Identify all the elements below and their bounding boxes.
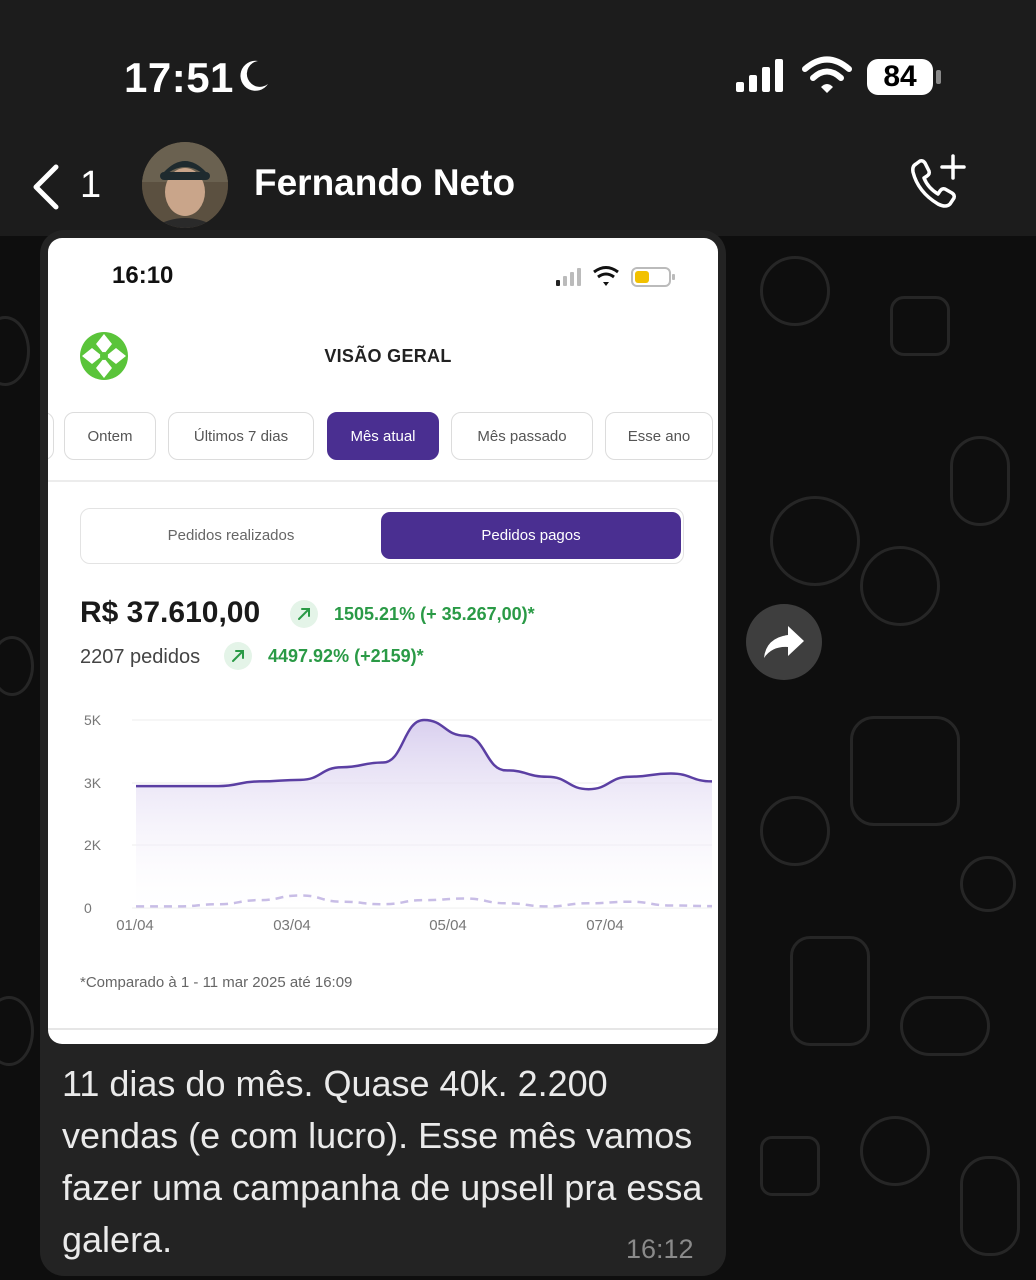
attachment-status-icons bbox=[556, 266, 675, 287]
sales-chart: 5K 3K 2K 0 01/04 03/04 05/04 07/04 bbox=[84, 712, 713, 934]
x-tick-label: 01/04 bbox=[116, 917, 154, 934]
wallpaper-doodle bbox=[960, 1156, 1020, 1256]
wallpaper-doodle bbox=[760, 1136, 820, 1196]
segment-pedidos-pagos[interactable]: Pedidos pagos bbox=[381, 512, 681, 559]
orders-change: 4497.92% (+2159)* bbox=[268, 646, 424, 666]
contact-avatar[interactable] bbox=[142, 142, 228, 228]
message-text: 11 dias do mês. Quase 40k. 2.200 vendas … bbox=[62, 1063, 703, 1260]
chat-header: 17:51 84 1 Fernando Neto bbox=[0, 0, 1036, 236]
chevron-left-icon bbox=[33, 164, 59, 210]
x-tick-label: 05/04 bbox=[429, 917, 467, 934]
chart-area bbox=[136, 720, 712, 908]
revenue-amount: R$ 37.610,00 bbox=[80, 596, 261, 629]
y-tick-label: 5K bbox=[84, 712, 102, 728]
revenue-change: 1505.21% (+ 35.267,00)* bbox=[334, 604, 535, 624]
wallpaper-doodle bbox=[950, 436, 1010, 526]
orders-count: 2207 pedidos bbox=[80, 646, 201, 668]
unread-count: 1 bbox=[80, 164, 102, 206]
wifi-icon bbox=[802, 56, 852, 93]
avatar-photo bbox=[142, 142, 228, 228]
message-time: 16:12 bbox=[626, 1234, 694, 1264]
trend-up-icon bbox=[224, 642, 252, 670]
tab-mes-atual[interactable]: Mês atual bbox=[327, 412, 439, 460]
contact-name[interactable]: Fernando Neto bbox=[254, 162, 515, 204]
tab-ultimos-7-dias[interactable]: Últimos 7 dias bbox=[168, 412, 314, 460]
y-tick-label: 2K bbox=[84, 837, 102, 853]
segmented-control: Pedidos realizados Pedidos pagos bbox=[80, 508, 684, 564]
moon-icon bbox=[240, 60, 268, 91]
divider bbox=[48, 1028, 718, 1030]
back-button[interactable]: 1 bbox=[28, 160, 108, 216]
wallpaper-doodle bbox=[760, 256, 830, 326]
battery-icon: 84 bbox=[866, 58, 942, 96]
brand-logo-icon bbox=[80, 332, 128, 380]
tab-hidden[interactable] bbox=[48, 412, 54, 460]
signal-icon bbox=[736, 59, 783, 92]
tab-ontem[interactable]: Ontem bbox=[64, 412, 156, 460]
wallpaper-doodle bbox=[900, 996, 990, 1056]
y-tick-label: 0 bbox=[84, 900, 92, 916]
forward-icon bbox=[764, 626, 804, 658]
chat-screen: 17:51 84 1 Fernando Neto 16:10 VISÃO GER… bbox=[0, 0, 1036, 1280]
wallpaper-doodle bbox=[0, 636, 34, 696]
trend-up-icon bbox=[290, 600, 318, 628]
comparison-footnote: *Comparado à 1 - 11 mar 2025 até 16:09 bbox=[80, 974, 353, 991]
segment-pedidos-realizados[interactable]: Pedidos realizados bbox=[81, 509, 381, 562]
x-tick-label: 03/04 bbox=[273, 917, 311, 934]
wallpaper-doodle bbox=[0, 316, 30, 386]
wallpaper-doodle bbox=[890, 296, 950, 356]
wallpaper-doodle bbox=[860, 546, 940, 626]
tab-esse-ano[interactable]: Esse ano bbox=[605, 412, 713, 460]
status-time: 17:51 bbox=[124, 54, 234, 101]
page-title: VISÃO GERAL bbox=[324, 346, 452, 366]
wallpaper-doodle bbox=[860, 1116, 930, 1186]
image-attachment[interactable]: 16:10 VISÃO GERAL Ontem Últimos 7 dias M… bbox=[48, 238, 718, 1044]
attachment-status-time: 16:10 bbox=[112, 262, 174, 289]
wallpaper-doodle bbox=[0, 996, 34, 1066]
wallpaper-doodle bbox=[770, 496, 860, 586]
wallpaper-doodle bbox=[790, 936, 870, 1046]
tab-mes-passado[interactable]: Mês passado bbox=[451, 412, 593, 460]
y-tick-label: 3K bbox=[84, 775, 102, 791]
wallpaper-doodle bbox=[850, 716, 960, 826]
x-tick-label: 07/04 bbox=[586, 917, 624, 934]
divider bbox=[48, 480, 718, 482]
wallpaper-doodle bbox=[760, 796, 830, 866]
forward-button[interactable] bbox=[746, 604, 822, 680]
add-call-icon[interactable] bbox=[906, 152, 968, 214]
wallpaper-doodle bbox=[960, 856, 1016, 912]
battery-level: 84 bbox=[883, 60, 917, 93]
